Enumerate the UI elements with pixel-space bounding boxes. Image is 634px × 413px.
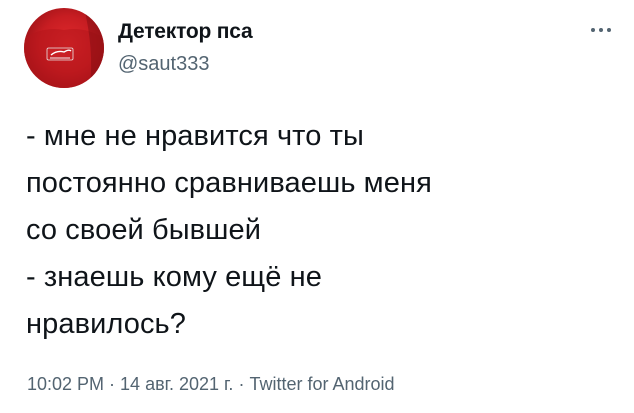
tweet-date[interactable]: 14 авг. 2021 г. <box>120 374 233 394</box>
tweet-line: со своей бывшей <box>26 214 262 246</box>
avatar-image <box>24 8 104 88</box>
tweet-line: нравилось? <box>26 308 186 340</box>
tweet-text: - мне не нравится что ты постоянно сравн… <box>26 113 606 348</box>
avatar[interactable] <box>24 8 104 88</box>
tweet-card: Детектор пса @saut333 - мне не нравится … <box>0 0 634 413</box>
display-name[interactable]: Детектор пса <box>118 20 253 44</box>
tweet-client[interactable]: Twitter for Android <box>249 374 394 394</box>
more-dots-icon <box>591 28 611 32</box>
tweet-line: - мне не нравится что ты <box>26 120 364 152</box>
tweet-line: - знаешь кому ещё не <box>26 261 322 293</box>
meta-separator: · <box>109 374 116 394</box>
more-options-button[interactable] <box>586 18 616 42</box>
user-handle[interactable]: @saut333 <box>118 52 209 76</box>
meta-separator: · <box>238 374 245 394</box>
tweet-time[interactable]: 10:02 PM <box>27 374 104 394</box>
tweet-meta: 10:02 PM · 14 авг. 2021 г. · Twitter for And… <box>27 372 395 396</box>
tweet-line: постоянно сравниваешь меня <box>26 167 432 199</box>
